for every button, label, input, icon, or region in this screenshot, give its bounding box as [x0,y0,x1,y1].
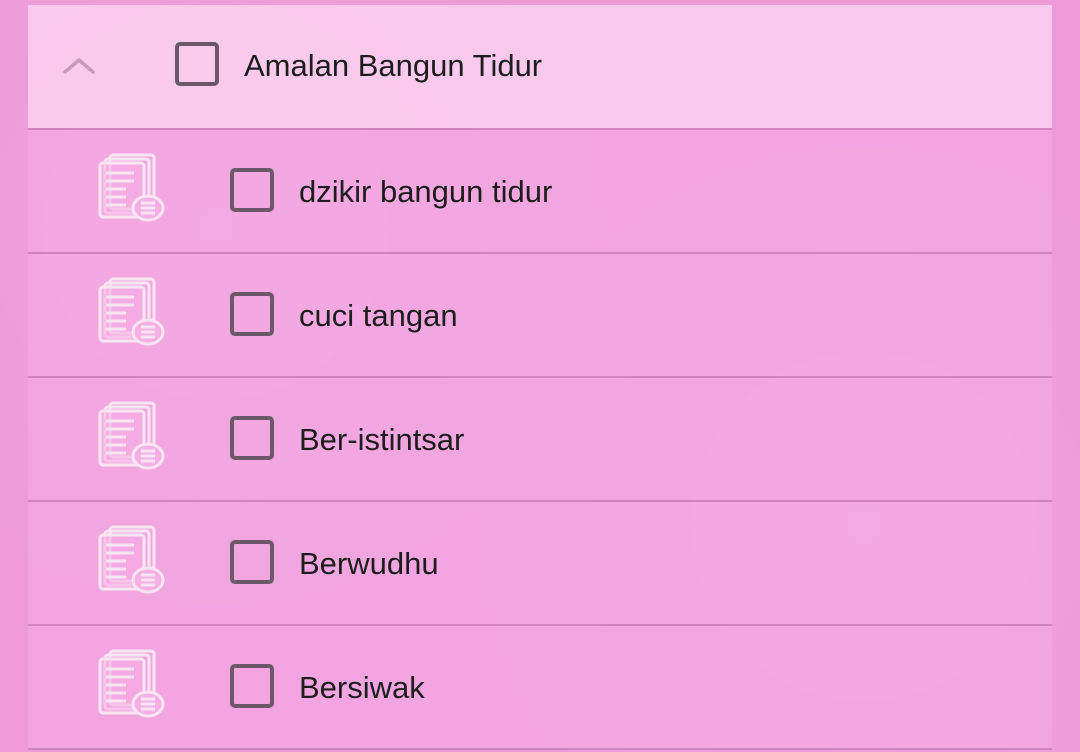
list-item[interactable]: Bersiwak [28,626,1052,750]
item-checkbox[interactable] [230,416,274,460]
item-checkbox[interactable] [230,292,274,336]
item-label: dzikir bangun tidur [299,174,553,209]
document-list-icon [98,153,165,222]
document-list-icon [98,649,165,718]
item-checkbox[interactable] [230,540,274,584]
item-label: Bersiwak [299,670,425,705]
document-list-icon [98,525,165,594]
group-title: Amalan Bangun Tidur [244,48,543,83]
item-label: Ber-istintsar [299,422,465,457]
item-label: cuci tangan [299,298,458,333]
group-checkbox[interactable] [175,42,219,86]
checklist: Amalan Bangun Tidur dzikir bangun tidur [28,5,1052,750]
item-checkbox[interactable] [230,664,274,708]
item-label: Berwudhu [299,546,439,581]
group-header-row[interactable]: Amalan Bangun Tidur [28,5,1052,130]
list-item[interactable]: Ber-istintsar [28,378,1052,502]
list-item[interactable]: dzikir bangun tidur [28,130,1052,254]
document-list-icon [98,277,165,346]
list-item[interactable]: cuci tangan [28,254,1052,378]
list-item[interactable]: Berwudhu [28,502,1052,626]
document-list-icon [98,401,165,470]
chevron-up-icon[interactable] [61,53,97,77]
item-checkbox[interactable] [230,168,274,212]
